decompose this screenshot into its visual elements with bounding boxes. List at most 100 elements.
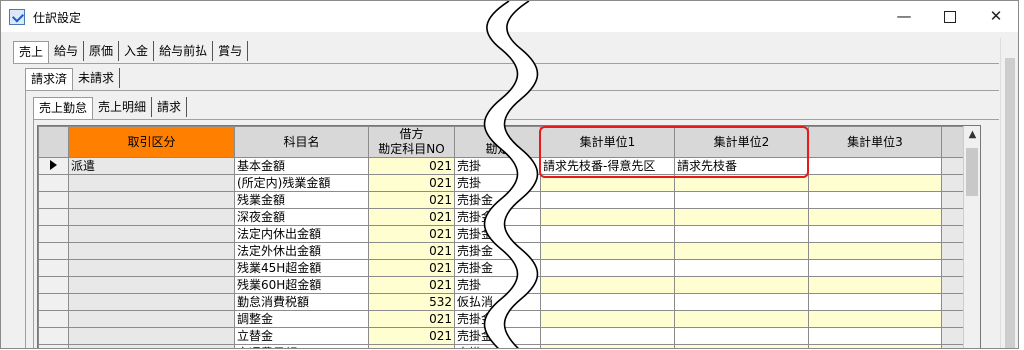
- cell-debit-account-no[interactable]: 532: [368, 293, 455, 311]
- tab-billed[interactable]: 請求済: [25, 68, 74, 90]
- cell-credit-account-name[interactable]: 売掛金: [454, 208, 541, 226]
- cell-aggregate-unit-3[interactable]: [808, 259, 942, 277]
- tab-invoice[interactable]: 請求: [152, 97, 188, 117]
- cell-transaction-type[interactable]: [68, 191, 235, 209]
- cell-aggregate-unit-1[interactable]: [540, 327, 675, 345]
- cell-aggregate-unit-1[interactable]: [540, 208, 675, 226]
- cell-transaction-type[interactable]: [68, 259, 235, 277]
- cell-aggregate-unit-3[interactable]: [808, 344, 942, 348]
- header-account-name[interactable]: 科目名: [234, 126, 369, 158]
- table-row[interactable]: 法定内休出金額 021 売掛金: [38, 225, 966, 243]
- header-credit-account[interactable]: 貸 勘定: [454, 126, 541, 158]
- cell-debit-account-no[interactable]: 021: [368, 327, 455, 345]
- cell-aggregate-unit-3[interactable]: [808, 310, 942, 328]
- cell-credit-account-name[interactable]: 売掛金: [454, 327, 541, 345]
- cell-aggregate-unit-3[interactable]: [808, 157, 942, 175]
- tab-unbilled[interactable]: 未請求: [73, 68, 121, 88]
- cell-credit-account-name[interactable]: 売掛金: [454, 225, 541, 243]
- cell-aggregate-unit-2[interactable]: [674, 344, 809, 348]
- tab-bonus[interactable]: 賞与: [213, 41, 249, 61]
- cell-aggregate-unit-3[interactable]: [808, 208, 942, 226]
- cell-aggregate-unit-2[interactable]: 請求先枝番: [674, 157, 809, 175]
- scroll-up-icon[interactable]: ▲: [964, 126, 981, 143]
- row-indicator[interactable]: [38, 174, 69, 192]
- cell-transaction-type[interactable]: [68, 327, 235, 345]
- cell-aggregate-unit-1[interactable]: [540, 225, 675, 243]
- cell-account-name[interactable]: 交通費目額: [234, 344, 369, 348]
- cell-transaction-type[interactable]: [68, 344, 235, 348]
- maximize-button[interactable]: [927, 1, 973, 32]
- cell-aggregate-unit-3[interactable]: [808, 327, 942, 345]
- row-indicator[interactable]: [38, 225, 69, 243]
- table-row[interactable]: 勤怠消費税額 532 仮払消: [38, 293, 966, 311]
- cell-transaction-type[interactable]: [68, 276, 235, 294]
- table-row[interactable]: 残業45H超金額 021 売掛金: [38, 259, 966, 277]
- cell-account-name[interactable]: 法定外休出金額: [234, 242, 369, 260]
- cell-aggregate-unit-2[interactable]: [674, 327, 809, 345]
- table-row[interactable]: 調整金 021 売掛金: [38, 310, 966, 328]
- header-aggregate-unit-1[interactable]: 集計単位1: [540, 126, 675, 158]
- cell-credit-account-name[interactable]: 売掛: [454, 344, 541, 348]
- cell-transaction-type[interactable]: [68, 174, 235, 192]
- cell-aggregate-unit-3[interactable]: [808, 225, 942, 243]
- tab-sales-attendance[interactable]: 売上勤怠: [33, 97, 94, 119]
- header-transaction-type[interactable]: 取引区分: [68, 126, 235, 158]
- cell-debit-account-no[interactable]: 021: [368, 225, 455, 243]
- cell-credit-account-name[interactable]: 売掛金: [454, 242, 541, 260]
- cell-aggregate-unit-1[interactable]: [540, 174, 675, 192]
- cell-aggregate-unit-2[interactable]: [674, 208, 809, 226]
- cell-aggregate-unit-3[interactable]: [808, 174, 942, 192]
- cell-aggregate-unit-1[interactable]: [540, 344, 675, 348]
- cell-debit-account-no[interactable]: 021: [368, 310, 455, 328]
- cell-credit-account-name[interactable]: 売掛: [454, 157, 541, 175]
- window-scroll-thumb[interactable]: [1005, 58, 1015, 348]
- cell-aggregate-unit-3[interactable]: [808, 276, 942, 294]
- cell-credit-account-name[interactable]: 売掛金: [454, 191, 541, 209]
- row-indicator[interactable]: [38, 276, 69, 294]
- cell-aggregate-unit-1[interactable]: 請求先枝番-得意先区: [540, 157, 675, 175]
- cell-aggregate-unit-3[interactable]: [808, 191, 942, 209]
- grid-scroll-thumb[interactable]: [966, 148, 978, 196]
- cell-aggregate-unit-2[interactable]: [674, 310, 809, 328]
- cell-credit-account-name[interactable]: 売掛: [454, 276, 541, 294]
- cell-transaction-type[interactable]: [68, 242, 235, 260]
- cell-account-name[interactable]: 勤怠消費税額: [234, 293, 369, 311]
- cell-aggregate-unit-2[interactable]: [674, 191, 809, 209]
- cell-credit-account-name[interactable]: 仮払消: [454, 293, 541, 311]
- cell-debit-account-no[interactable]: 021: [368, 242, 455, 260]
- row-indicator[interactable]: [38, 208, 69, 226]
- cell-debit-account-no[interactable]: 021: [368, 276, 455, 294]
- window-scrollbar[interactable]: [1000, 38, 1018, 348]
- cell-aggregate-unit-1[interactable]: [540, 293, 675, 311]
- row-indicator[interactable]: [38, 310, 69, 328]
- cell-aggregate-unit-2[interactable]: [674, 225, 809, 243]
- table-row[interactable]: 法定外休出金額 021 売掛金: [38, 242, 966, 260]
- tab-sales-detail[interactable]: 売上明細: [93, 97, 153, 117]
- cell-account-name[interactable]: 残業45H超金額: [234, 259, 369, 277]
- cell-credit-account-name[interactable]: 売掛: [454, 174, 541, 192]
- cell-credit-account-name[interactable]: 売掛金: [454, 310, 541, 328]
- cell-aggregate-unit-2[interactable]: [674, 174, 809, 192]
- cell-debit-account-no[interactable]: 021: [368, 344, 455, 348]
- cell-transaction-type[interactable]: 派遣: [68, 157, 235, 175]
- tab-salary[interactable]: 給与: [49, 41, 85, 61]
- row-indicator[interactable]: [38, 344, 69, 348]
- cell-account-name[interactable]: 立替金: [234, 327, 369, 345]
- cell-account-name[interactable]: 深夜金額: [234, 208, 369, 226]
- cell-account-name[interactable]: 法定内休出金額: [234, 225, 369, 243]
- tab-sales[interactable]: 売上: [13, 41, 50, 63]
- cell-aggregate-unit-1[interactable]: [540, 276, 675, 294]
- cell-transaction-type[interactable]: [68, 293, 235, 311]
- header-aggregate-unit-3[interactable]: 集計単位3: [808, 126, 942, 158]
- row-indicator[interactable]: [38, 191, 69, 209]
- grid-scrollbar[interactable]: ▲: [963, 126, 981, 348]
- table-row[interactable]: 派遣 基本金額 021 売掛 請求先枝番-得意先区 請求先枝番: [38, 157, 966, 175]
- row-indicator[interactable]: [38, 242, 69, 260]
- cell-aggregate-unit-1[interactable]: [540, 310, 675, 328]
- cell-account-name[interactable]: (所定内)残業金額: [234, 174, 369, 192]
- cell-account-name[interactable]: 調整金: [234, 310, 369, 328]
- close-button[interactable]: ✕: [973, 1, 1018, 32]
- table-row[interactable]: 立替金 021 売掛金: [38, 327, 966, 345]
- row-indicator[interactable]: [38, 259, 69, 277]
- cell-aggregate-unit-2[interactable]: [674, 259, 809, 277]
